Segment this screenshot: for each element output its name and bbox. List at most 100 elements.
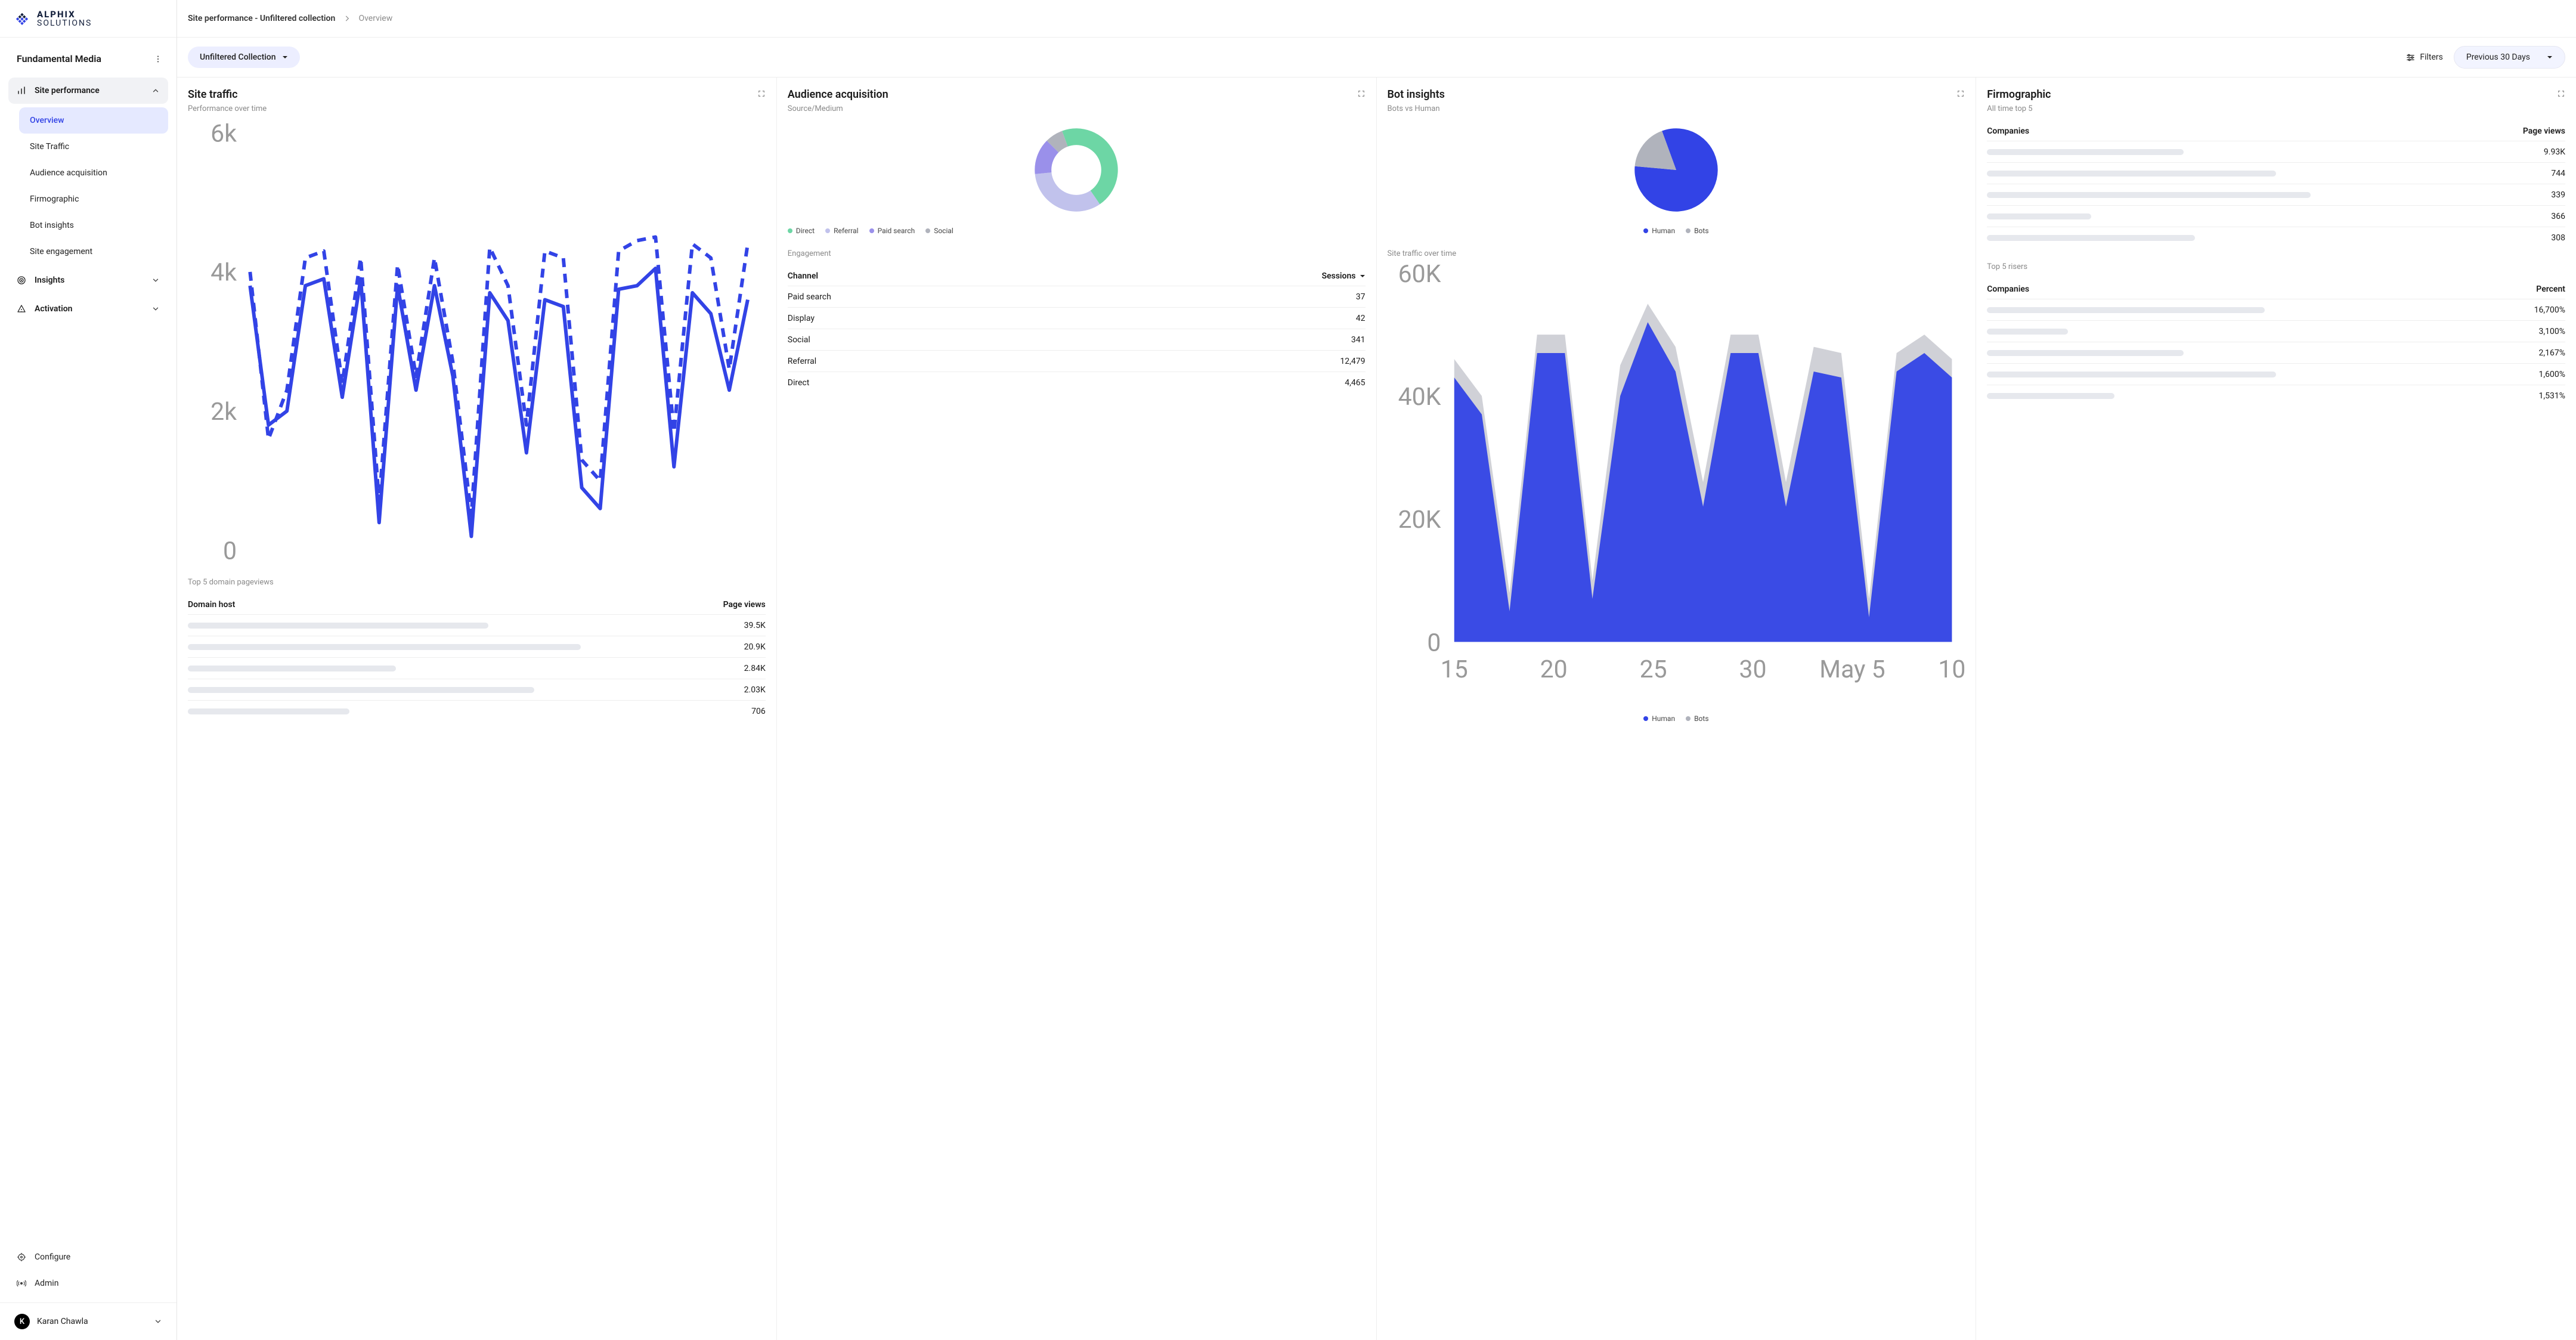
nav-item-bot-insights[interactable]: Bot insights: [19, 212, 168, 239]
table-row: 39.5K: [188, 614, 766, 636]
nav-item-label: Site Traffic: [30, 142, 69, 151]
cell-right: 341: [1351, 335, 1366, 345]
legend-swatch-icon: [1686, 716, 1690, 721]
legend-item: Human: [1643, 714, 1675, 723]
cell-right: 9.93K: [2544, 147, 2565, 157]
legend-item: Human: [1643, 227, 1675, 235]
table-row: 2.03K: [188, 679, 766, 700]
cell-right: 16,700%: [2534, 305, 2565, 315]
col-head-left: Channel: [788, 271, 818, 281]
cell-right: 2.03K: [744, 685, 766, 695]
nav-item-label: Site engagement: [30, 247, 92, 256]
chart-label: Source/Medium: [788, 104, 1366, 113]
placeholder-bar: [1987, 329, 2068, 335]
table-row: 16,700%: [1987, 299, 2565, 320]
nav-item-label: Bot insights: [30, 221, 74, 230]
nav-group-insights[interactable]: Insights: [8, 267, 168, 293]
nav-group-activation[interactable]: Activation: [8, 296, 168, 322]
table-row: 9.93K: [1987, 141, 2565, 162]
expand-icon[interactable]: [2557, 88, 2565, 101]
avatar: K: [14, 1314, 30, 1329]
legend-swatch-icon: [1643, 716, 1648, 721]
placeholder-bar: [1987, 192, 2311, 198]
collection-chip[interactable]: Unfiltered Collection: [188, 47, 300, 68]
filters-button[interactable]: Filters: [2406, 52, 2443, 62]
svg-text:15: 15: [1440, 655, 1467, 684]
breadcrumb-current: Site performance - Unfiltered collection: [188, 14, 335, 23]
svg-text:4k: 4k: [210, 259, 237, 287]
date-range-select[interactable]: Previous 30 Days: [2454, 46, 2565, 69]
breadcrumb: Site performance - Unfiltered collection…: [177, 0, 2576, 38]
chevron-down-icon: [151, 276, 160, 284]
placeholder-bar: [1987, 213, 2091, 219]
table-row: 1,531%: [1987, 385, 2565, 406]
sidebar-link-configure[interactable]: Configure: [8, 1244, 168, 1270]
expand-icon[interactable]: [1357, 88, 1366, 101]
sessions-select[interactable]: Sessions: [1321, 271, 1365, 281]
legend-label: Social: [934, 227, 953, 235]
col-head-left: Companies: [1987, 126, 2029, 136]
col-head-right: Page views: [723, 600, 766, 609]
card-title: Audience acquisition: [788, 88, 888, 101]
user-menu[interactable]: K Karan Chawla: [0, 1302, 177, 1340]
table-row: 706: [188, 700, 766, 722]
card-title: Site traffic: [188, 88, 238, 101]
cell-left: Referral: [788, 357, 816, 366]
legend-item: Direct: [788, 227, 815, 235]
cell-right: 37: [1356, 292, 1366, 302]
nav-item-site-engagement[interactable]: Site engagement: [19, 239, 168, 265]
caret-down-icon: [282, 54, 288, 60]
risers-label: Top 5 risers: [1987, 262, 2565, 271]
legend-item: Bots: [1686, 227, 1708, 235]
legend-label: Direct: [796, 227, 815, 235]
placeholder-bar: [188, 623, 488, 629]
nav-item-site-traffic[interactable]: Site Traffic: [19, 134, 168, 160]
legend-swatch-icon: [869, 228, 874, 233]
legend-label: Human: [1652, 227, 1675, 235]
card-site-traffic: Site traffic Performance over time 02k4k…: [177, 78, 777, 1340]
col-head-left: Companies: [1987, 284, 2029, 294]
top-label: All time top 5: [1987, 104, 2565, 113]
nav-item-label: Audience acquisition: [30, 168, 107, 178]
chevron-up-icon: [151, 86, 160, 95]
audience-donut-chart: [788, 119, 1366, 221]
table-row: 20.9K: [188, 636, 766, 657]
expand-icon[interactable]: [1956, 88, 1965, 101]
table-label: Top 5 domain pageviews: [188, 578, 766, 587]
collection-chip-label: Unfiltered Collection: [200, 52, 276, 62]
sessions-label: Sessions: [1321, 271, 1355, 281]
col-head-right: Page views: [2523, 126, 2565, 136]
card-bot-insights: Bot insights Bots vs Human HumanBots Sit…: [1377, 78, 1977, 1340]
nav-group-site-performance[interactable]: Site performance: [8, 78, 168, 104]
svg-text:2k: 2k: [210, 398, 237, 426]
cell-right: 3,100%: [2539, 327, 2565, 336]
legend-swatch-icon: [1643, 228, 1648, 233]
cell-right: 308: [2551, 233, 2565, 243]
more-icon[interactable]: [154, 55, 162, 63]
placeholder-bar: [1987, 393, 2114, 399]
nav-item-audience-acquisition[interactable]: Audience acquisition: [19, 160, 168, 186]
legend-item: Bots: [1686, 714, 1708, 723]
legend-item: Social: [925, 227, 953, 235]
placeholder-bar: [188, 687, 534, 693]
table-row: 3,100%: [1987, 320, 2565, 342]
placeholder-bar: [188, 666, 396, 671]
cell-right: 20.9K: [744, 642, 766, 652]
expand-icon[interactable]: [757, 88, 766, 101]
legend-label: Human: [1652, 714, 1675, 723]
cell-right: 744: [2551, 169, 2565, 178]
brand-line-2: SOLUTIONS: [37, 19, 92, 27]
nav-item-overview[interactable]: Overview: [19, 107, 168, 134]
cell-right: 366: [2551, 212, 2565, 221]
sidebar-link-label: Admin: [35, 1279, 58, 1288]
legend-swatch-icon: [1686, 228, 1690, 233]
nav-item-firmographic[interactable]: Firmographic: [19, 186, 168, 212]
chevron-down-icon: [151, 305, 160, 313]
svg-text:40K: 40K: [1398, 383, 1441, 411]
svg-text:20: 20: [1540, 655, 1567, 684]
sidebar-link-admin[interactable]: Admin: [8, 1270, 168, 1296]
placeholder-bar: [1987, 307, 2264, 313]
gear-icon: [17, 1252, 26, 1262]
sidebar-link-label: Configure: [35, 1252, 70, 1262]
table-row: 339: [1987, 184, 2565, 205]
